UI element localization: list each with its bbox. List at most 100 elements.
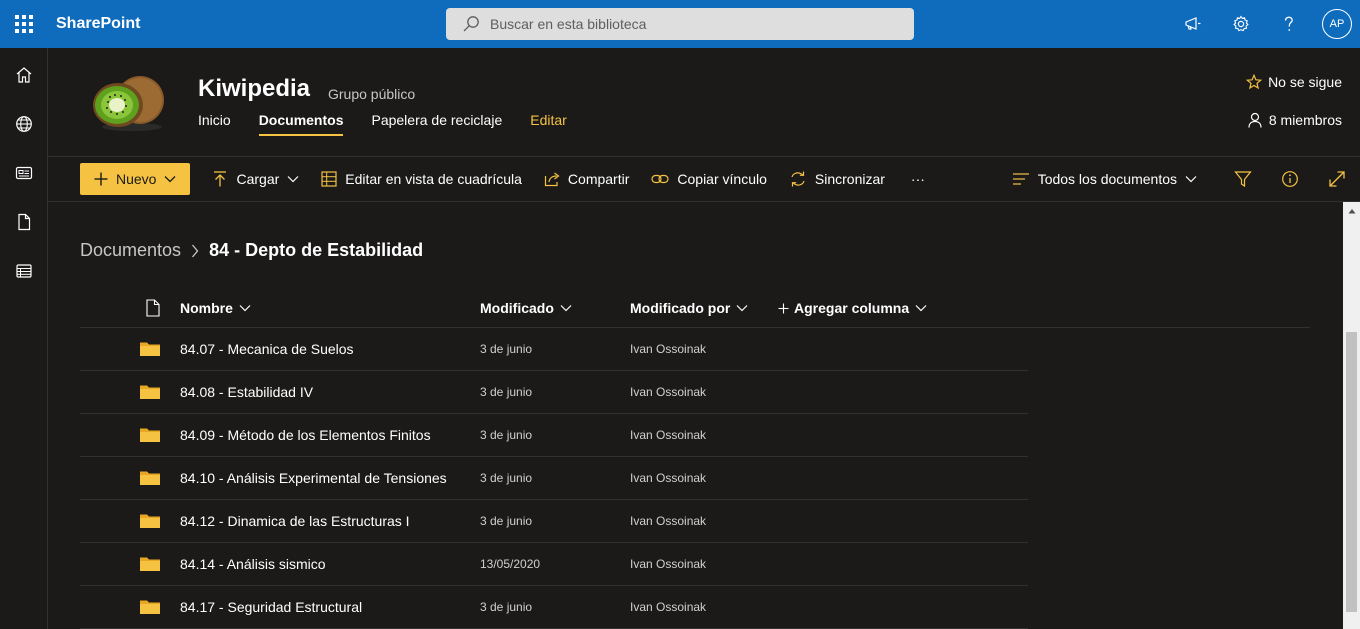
nav-papelera[interactable]: Papelera de reciclaje bbox=[371, 112, 502, 136]
avatar[interactable]: AP bbox=[1322, 9, 1352, 39]
nav-documentos[interactable]: Documentos bbox=[258, 112, 344, 136]
site-subtitle: Grupo público bbox=[328, 86, 416, 102]
list-row[interactable]: 84.10 - Análisis Experimental de Tension… bbox=[80, 457, 1028, 500]
row-modified-by[interactable]: Ivan Ossoinak bbox=[630, 500, 706, 542]
row-name[interactable]: 84.09 - Método de los Elementos Finitos bbox=[180, 414, 431, 456]
share-label: Compartir bbox=[567, 171, 630, 187]
question-icon bbox=[1284, 16, 1293, 31]
row-name[interactable]: 84.17 - Seguridad Estructural bbox=[180, 586, 362, 628]
app-launcher-button[interactable] bbox=[0, 0, 48, 48]
chevron-down-icon bbox=[736, 305, 748, 312]
sync-button[interactable]: Sincronizar bbox=[789, 170, 885, 188]
row-modified: 3 de junio bbox=[480, 471, 533, 485]
left-rail bbox=[0, 48, 48, 629]
more-icon: ··· bbox=[910, 171, 925, 187]
list-icon bbox=[16, 263, 32, 278]
scroll-up-arrow[interactable] bbox=[1343, 202, 1360, 219]
nav-editar[interactable]: Editar bbox=[530, 112, 567, 136]
file-icon bbox=[18, 213, 31, 230]
row-modified-by[interactable]: Ivan Ossoinak bbox=[630, 328, 706, 370]
info-icon bbox=[1281, 171, 1298, 187]
add-column-label: Agregar columna bbox=[794, 300, 910, 316]
rail-lists[interactable] bbox=[0, 246, 48, 295]
view-lines-icon bbox=[1012, 173, 1029, 185]
list-row[interactable]: 84.09 - Método de los Elementos Finitos … bbox=[80, 414, 1028, 457]
new-label: Nuevo bbox=[116, 171, 157, 187]
share-button[interactable]: Compartir bbox=[544, 171, 629, 187]
row-modified-by[interactable]: Ivan Ossoinak bbox=[630, 586, 706, 628]
gear-icon bbox=[1233, 15, 1249, 32]
row-name[interactable]: 84.10 - Análisis Experimental de Tension… bbox=[180, 457, 447, 499]
chevron-down-icon bbox=[1185, 176, 1197, 183]
sync-label: Sincronizar bbox=[814, 171, 885, 187]
scrollbar[interactable] bbox=[1343, 202, 1360, 629]
rail-files[interactable] bbox=[0, 197, 48, 246]
grid-edit-label: Editar en vista de cuadrícula bbox=[345, 171, 522, 187]
command-bar: Nuevo Cargar Editar en vista de cuadrícu… bbox=[48, 156, 1360, 202]
row-modified-by[interactable]: Ivan Ossoinak bbox=[630, 414, 706, 456]
search-input[interactable] bbox=[490, 16, 890, 32]
members-button[interactable]: 8 miembros bbox=[1247, 112, 1342, 128]
info-button[interactable] bbox=[1266, 157, 1313, 201]
search-box[interactable] bbox=[446, 8, 914, 40]
add-column-button[interactable]: Agregar columna bbox=[778, 288, 927, 328]
more-button[interactable]: ··· bbox=[911, 171, 925, 187]
folder-icon bbox=[140, 328, 160, 370]
fullscreen-button[interactable] bbox=[1313, 157, 1360, 201]
column-modified-label: Modificado bbox=[480, 300, 554, 316]
app-name[interactable]: SharePoint bbox=[56, 15, 140, 33]
follow-button[interactable]: No se sigue bbox=[1246, 74, 1342, 90]
chevron-down-icon bbox=[239, 305, 251, 312]
nav-inicio[interactable]: Inicio bbox=[198, 112, 231, 136]
link-icon bbox=[651, 174, 669, 184]
column-header-modified-by[interactable]: Modificado por bbox=[630, 288, 748, 328]
caret-up-icon bbox=[1348, 208, 1355, 213]
row-name[interactable]: 84.12 - Dinamica de las Estructuras I bbox=[180, 500, 410, 542]
help-button[interactable] bbox=[1265, 0, 1313, 48]
row-name[interactable]: 84.07 - Mecanica de Suelos bbox=[180, 328, 354, 370]
waffle-icon bbox=[15, 15, 33, 33]
row-modified-by[interactable]: Ivan Ossoinak bbox=[630, 371, 706, 413]
view-switcher[interactable]: Todos los documentos bbox=[1012, 171, 1197, 187]
row-modified-by[interactable]: Ivan Ossoinak bbox=[630, 543, 706, 585]
list-row[interactable]: 84.08 - Estabilidad IV 3 de junio Ivan O… bbox=[80, 371, 1028, 414]
list-row[interactable]: 84.14 - Análisis sismico 13/05/2020 Ivan… bbox=[80, 543, 1028, 586]
copy-link-button[interactable]: Copiar vínculo bbox=[651, 171, 767, 187]
list-row[interactable]: 84.12 - Dinamica de las Estructuras I 3 … bbox=[80, 500, 1028, 543]
feedback-button[interactable] bbox=[1169, 0, 1217, 48]
site-title[interactable]: Kiwipedia bbox=[198, 75, 310, 103]
suite-bar: SharePoint AP bbox=[0, 0, 1360, 48]
rail-home[interactable] bbox=[0, 50, 48, 99]
row-modified: 3 de junio bbox=[480, 428, 533, 442]
list-row[interactable]: 84.07 - Mecanica de Suelos 3 de junio Iv… bbox=[80, 328, 1028, 371]
folder-icon bbox=[140, 543, 160, 585]
document-library: Documentos 84 - Depto de Estabilidad Nom… bbox=[48, 202, 1343, 629]
row-name[interactable]: 84.14 - Análisis sismico bbox=[180, 543, 326, 585]
upload-button[interactable]: Cargar bbox=[212, 171, 299, 187]
scroll-thumb[interactable] bbox=[1346, 332, 1357, 612]
column-header-modified[interactable]: Modificado bbox=[480, 288, 572, 328]
grid-edit-button[interactable]: Editar en vista de cuadrícula bbox=[321, 171, 522, 187]
file-type-icon bbox=[146, 299, 160, 317]
row-modified-by[interactable]: Ivan Ossoinak bbox=[630, 457, 706, 499]
breadcrumb-parent[interactable]: Documentos bbox=[80, 240, 181, 261]
filter-icon bbox=[1233, 171, 1252, 188]
upload-label: Cargar bbox=[236, 171, 280, 187]
row-name[interactable]: 84.08 - Estabilidad IV bbox=[180, 371, 313, 413]
rail-news[interactable] bbox=[0, 148, 48, 197]
rail-sites[interactable] bbox=[0, 99, 48, 148]
list-row[interactable]: 84.17 - Seguridad Estructural 3 de junio… bbox=[80, 586, 1028, 629]
column-header-name[interactable]: Nombre bbox=[180, 288, 251, 328]
new-button[interactable]: Nuevo bbox=[80, 163, 191, 195]
row-modified: 3 de junio bbox=[480, 342, 533, 356]
list-header: Nombre Modificado Modificado por Agregar… bbox=[80, 288, 1310, 328]
share-icon bbox=[544, 172, 560, 187]
filter-button[interactable] bbox=[1219, 157, 1266, 201]
expand-icon bbox=[1328, 171, 1345, 187]
site-logo[interactable] bbox=[88, 72, 168, 134]
copy-link-label: Copiar vínculo bbox=[677, 171, 767, 187]
file-type-column[interactable] bbox=[140, 288, 160, 328]
breadcrumb: Documentos 84 - Depto de Estabilidad bbox=[80, 240, 423, 261]
megaphone-icon bbox=[1185, 17, 1201, 30]
settings-button[interactable] bbox=[1217, 0, 1265, 48]
